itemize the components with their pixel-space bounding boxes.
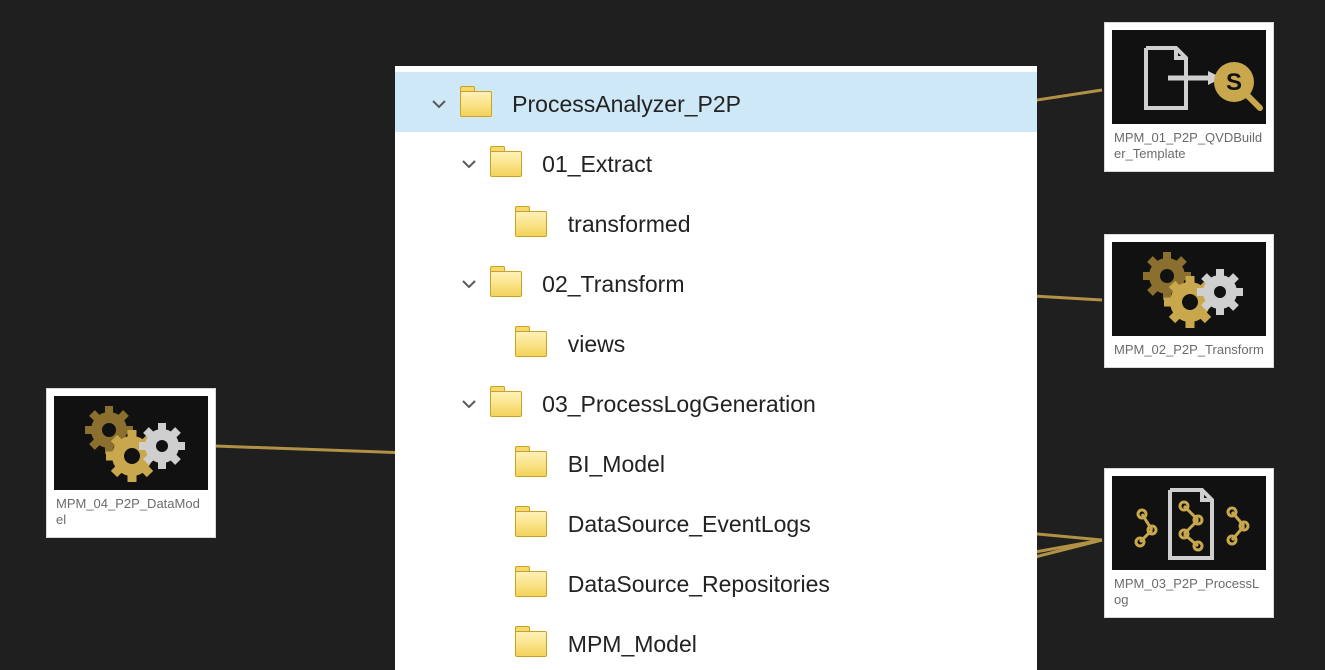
app-card-qvdbuilder[interactable]: S MPM_01_P2P_QVDBuilder_Template <box>1104 22 1274 172</box>
folder-label: DataSource_Repositories <box>568 571 830 597</box>
chevron-down-icon[interactable] <box>455 374 483 434</box>
folder-label: 01_Extract <box>542 151 652 177</box>
data-source-icon: S <box>1112 30 1266 124</box>
app-card-caption: MPM_02_P2P_Transform <box>1112 336 1266 360</box>
app-card-datamodel[interactable]: MPM_04_P2P_DataModel <box>46 388 216 538</box>
tree-row-mpm-model[interactable]: MPM_Model <box>395 612 1037 670</box>
folder-label: ProcessAnalyzer_P2P <box>512 91 741 117</box>
folder-icon <box>515 211 547 237</box>
chevron-down-icon[interactable] <box>425 74 453 134</box>
folder-icon <box>515 451 547 477</box>
folder-label: DataSource_EventLogs <box>568 511 811 537</box>
process-graph-icon <box>1112 476 1266 570</box>
tree-row-plg[interactable]: 03_ProcessLogGeneration <box>395 372 1037 432</box>
gears-icon <box>1112 242 1266 336</box>
folder-icon <box>490 151 522 177</box>
folder-icon <box>515 571 547 597</box>
folder-label: transformed <box>568 211 691 237</box>
folder-icon <box>490 391 522 417</box>
tree-row-ds-repos[interactable]: DataSource_Repositories <box>395 552 1037 612</box>
diagram-canvas: ProcessAnalyzer_P2P 01_Extract transform… <box>0 0 1325 670</box>
tree-row-root[interactable]: ProcessAnalyzer_P2P <box>395 72 1037 132</box>
chevron-down-icon[interactable] <box>455 254 483 314</box>
chevron-down-icon[interactable] <box>455 134 483 194</box>
folder-icon <box>515 331 547 357</box>
folder-label: MPM_Model <box>568 631 697 657</box>
tree-row-ds-eventlogs[interactable]: DataSource_EventLogs <box>395 492 1037 552</box>
tree-row-bimodel[interactable]: BI_Model <box>395 432 1037 492</box>
folder-tree: ProcessAnalyzer_P2P 01_Extract transform… <box>395 66 1037 670</box>
folder-label: 03_ProcessLogGeneration <box>542 391 816 417</box>
app-card-transform[interactable]: MPM_02_P2P_Transform <box>1104 234 1274 368</box>
folder-label: BI_Model <box>568 451 665 477</box>
folder-icon <box>460 91 492 117</box>
app-card-processlog[interactable]: MPM_03_P2P_ProcessLog <box>1104 468 1274 618</box>
folder-label: 02_Transform <box>542 271 684 297</box>
svg-text:S: S <box>1226 69 1242 96</box>
tree-row-views[interactable]: views <box>395 312 1037 372</box>
tree-row-transformed[interactable]: transformed <box>395 192 1037 252</box>
app-card-caption: MPM_01_P2P_QVDBuilder_Template <box>1112 124 1266 164</box>
gears-icon <box>54 396 208 490</box>
app-card-caption: MPM_03_P2P_ProcessLog <box>1112 570 1266 610</box>
tree-row-transform[interactable]: 02_Transform <box>395 252 1037 312</box>
folder-icon <box>515 511 547 537</box>
app-card-caption: MPM_04_P2P_DataModel <box>54 490 208 530</box>
folder-icon <box>515 631 547 657</box>
folder-icon <box>490 271 522 297</box>
folder-label: views <box>568 331 626 357</box>
tree-row-extract[interactable]: 01_Extract <box>395 132 1037 192</box>
